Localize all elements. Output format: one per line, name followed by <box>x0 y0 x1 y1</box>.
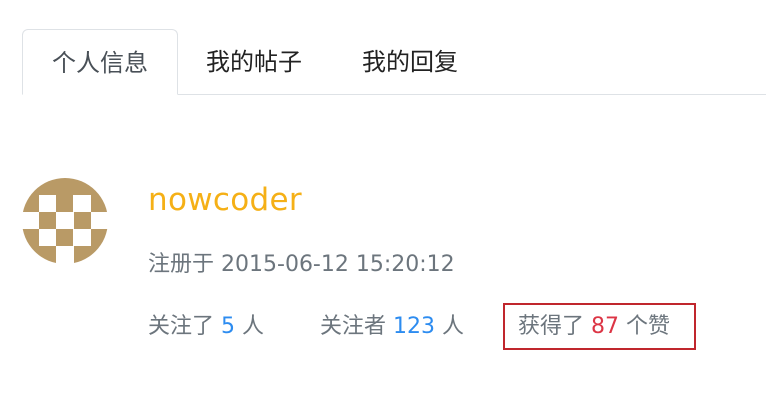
avatar[interactable] <box>22 178 108 264</box>
register-label: 注册于 <box>148 252 215 277</box>
followers-unit: 人 <box>442 314 465 339</box>
tab-my-replies[interactable]: 我的回复 <box>340 29 480 95</box>
followers-count-link[interactable]: 123 <box>393 314 435 339</box>
following-unit: 人 <box>242 314 265 339</box>
tab-profile-info[interactable]: 个人信息 <box>22 29 178 95</box>
identicon-avatar-icon <box>22 178 108 264</box>
following-stat: 关注了 5 人 <box>148 311 264 343</box>
profile-page: 个人信息 我的帖子 我的回复 nowcoder 注册于 2015-06-12 1… <box>0 0 766 415</box>
register-info: 注册于 2015-06-12 15:20:12 <box>148 249 455 281</box>
username: nowcoder <box>148 182 302 218</box>
following-count-link[interactable]: 5 <box>221 314 235 339</box>
likes-unit: 个赞 <box>626 314 671 339</box>
likes-count: 87 <box>591 314 620 339</box>
register-time: 2015-06-12 15:20:12 <box>221 252 455 277</box>
followers-label: 关注者 <box>320 314 387 339</box>
likes-stat: 获得了 87 个赞 <box>518 311 670 343</box>
likes-label: 获得了 <box>518 314 585 339</box>
followers-stat: 关注者 123 人 <box>320 311 464 343</box>
tab-my-posts[interactable]: 我的帖子 <box>184 29 324 95</box>
following-label: 关注了 <box>148 314 215 339</box>
